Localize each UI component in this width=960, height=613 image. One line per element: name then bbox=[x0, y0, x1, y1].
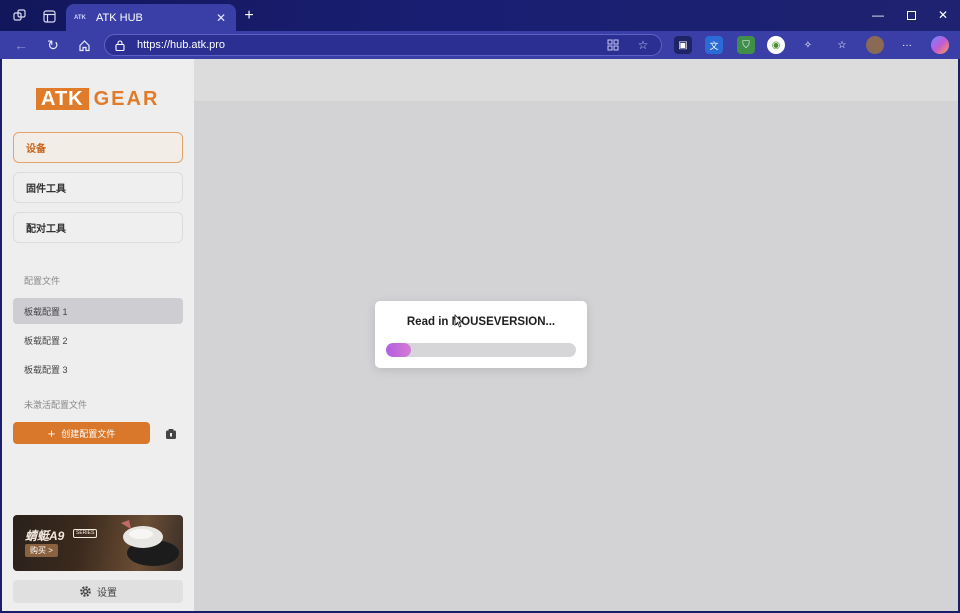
more-menu-icon[interactable]: ··· bbox=[898, 36, 916, 54]
extension-icon-4[interactable]: ◉ bbox=[767, 36, 785, 54]
atk-gear-logo: ATK GEAR bbox=[36, 88, 159, 110]
onboard-profile-2[interactable]: 板载配置 2 bbox=[13, 327, 183, 353]
shield-extension-icon[interactable]: ⛉ bbox=[737, 36, 755, 54]
gear-icon bbox=[80, 586, 91, 597]
back-arrow-icon[interactable]: ← bbox=[12, 37, 30, 53]
nav-item-pairing-tools[interactable]: 配对工具 bbox=[13, 212, 183, 243]
create-profile-button[interactable]: + 创建配置文件 bbox=[13, 422, 150, 444]
banner-buy-button[interactable]: 购买 > bbox=[25, 544, 58, 557]
tab-title: ATK HUB bbox=[96, 11, 143, 24]
onboard-profile-3[interactable]: 板载配置 3 bbox=[13, 356, 183, 382]
extensions-puzzle-icon[interactable]: ✧ bbox=[799, 36, 817, 54]
banner-series-tag: SERIES bbox=[73, 529, 98, 538]
translate-extension-icon[interactable]: 文 bbox=[705, 36, 723, 54]
mouse-product-image bbox=[121, 520, 179, 566]
import-profile-icon[interactable] bbox=[165, 427, 177, 439]
address-bar[interactable]: https://hub.atk.pro ☆ bbox=[104, 34, 662, 56]
minimize-icon[interactable]: — bbox=[868, 7, 888, 23]
progress-bar-fill bbox=[386, 343, 411, 357]
favorite-star-icon[interactable]: ☆ bbox=[635, 37, 651, 53]
app-available-icon[interactable] bbox=[605, 37, 621, 53]
tab-actions-icon[interactable] bbox=[41, 8, 57, 24]
profiles-section-label: 配置文件 bbox=[24, 276, 61, 286]
web-page: ATK GEAR 设备 固件工具 配对工具 配置文件 板载配置 1 板载配置 2… bbox=[2, 59, 958, 611]
close-window-icon[interactable]: ✕ bbox=[933, 7, 953, 23]
settings-label: 设置 bbox=[97, 588, 117, 599]
browser-tab-active[interactable]: ATK ATK HUB ✕ bbox=[66, 4, 236, 31]
text-cursor-icon bbox=[454, 314, 462, 328]
refresh-icon[interactable]: ↻ bbox=[44, 37, 62, 53]
sidebar: ATK GEAR 设备 固件工具 配对工具 配置文件 板载配置 1 板载配置 2… bbox=[2, 59, 194, 611]
browser-titlebar: ATK ATK HUB ✕ + — ✕ bbox=[0, 0, 960, 31]
workspaces-icon[interactable] bbox=[12, 8, 28, 24]
maximize-icon[interactable] bbox=[901, 7, 921, 23]
create-profile-label: 创建配置文件 bbox=[61, 428, 116, 439]
tab-close-icon[interactable]: ✕ bbox=[214, 11, 228, 25]
new-tab-button[interactable]: + bbox=[240, 8, 258, 24]
home-icon[interactable] bbox=[75, 37, 93, 53]
inactive-profiles-label: 未激活配置文件 bbox=[24, 400, 88, 410]
nav-item-firmware-tools[interactable]: 固件工具 bbox=[13, 172, 183, 203]
nav-item-devices[interactable]: 设备 bbox=[13, 132, 183, 163]
tab-favicon-icon: ATK bbox=[74, 14, 86, 21]
progress-bar bbox=[386, 343, 576, 357]
settings-button[interactable]: 设置 bbox=[13, 580, 183, 603]
loading-status-text: Read in MOUSEVERSION... bbox=[406, 316, 556, 328]
favorites-icon[interactable]: ☆ bbox=[833, 36, 851, 54]
logo-gear: GEAR bbox=[93, 87, 160, 110]
loading-dialog: Read in MOUSEVERSION... bbox=[375, 301, 587, 368]
browser-navbar: ← ↻ https://hub.atk.pro ☆ ▣ 文 ⛉ ◉ ✧ ☆ ··… bbox=[0, 31, 960, 59]
extension-icon-1[interactable]: ▣ bbox=[674, 36, 692, 54]
lock-icon[interactable] bbox=[115, 39, 127, 51]
logo-atk: ATK bbox=[36, 88, 89, 110]
url-text[interactable]: https://hub.atk.pro bbox=[137, 39, 591, 51]
main-header-bar bbox=[194, 59, 958, 101]
main-content: Read in MOUSEVERSION... bbox=[194, 101, 958, 611]
copilot-icon[interactable] bbox=[931, 36, 949, 54]
onboard-profile-1[interactable]: 板载配置 1 bbox=[13, 298, 183, 324]
plus-icon: + bbox=[47, 425, 56, 441]
banner-title: 蜻蜓A9 bbox=[25, 529, 65, 543]
promo-banner[interactable]: 蜻蜓A9 SERIES 购买 > bbox=[13, 515, 183, 571]
profile-avatar[interactable] bbox=[866, 36, 884, 54]
